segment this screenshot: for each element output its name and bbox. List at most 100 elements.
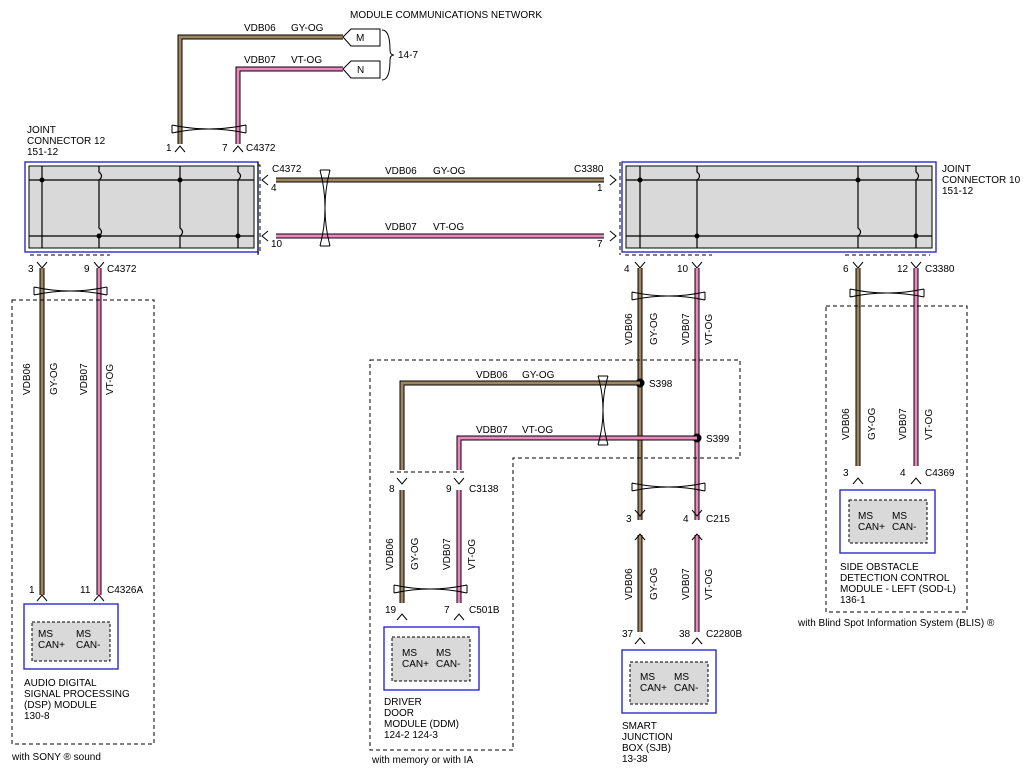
splice-s399-label: S399	[706, 434, 730, 445]
sjb-pin38: 38	[679, 629, 691, 640]
jc12-conn-top: C4372	[246, 143, 276, 154]
sjb-can-plus: CAN+	[640, 683, 667, 694]
ddm-ms2: MS	[436, 648, 451, 659]
jc12-pin7: 7	[222, 143, 228, 154]
sod-name-2: DETECTION CONTROL	[840, 573, 950, 584]
sjb-conn: C2280B	[706, 629, 742, 640]
sod-ms2: MS	[892, 511, 907, 522]
wire-color-vt-sod: VT-OG	[924, 409, 935, 440]
twist-marker-sjb-1	[631, 291, 706, 301]
ddm-pin8: 8	[389, 484, 395, 495]
sjb-conn-mid: C215	[706, 514, 730, 525]
sjb-ms1: MS	[640, 672, 655, 683]
wire-label-vdb07-ddm: VDB07	[476, 425, 508, 436]
sjb-name-3: BOX (SJB)	[622, 743, 671, 754]
jc10-conn-side: C3380	[574, 164, 604, 175]
dsp-name-3: (DSP) MODULE	[24, 700, 97, 711]
n-label: N	[357, 65, 364, 76]
twist-marker-dsp	[33, 286, 108, 296]
wire-label-vdb06-ddm: VDB06	[476, 370, 508, 381]
wire-color-vt-ddm2: VT-OG	[467, 539, 478, 570]
ddm-conn: C501B	[469, 605, 500, 616]
ddm-ms1: MS	[402, 648, 417, 659]
dsp-can-minus: CAN-	[76, 640, 100, 651]
wire-label-vdb07-sjb: VDB07	[681, 313, 692, 345]
wire-label-vdb07-ddm2: VDB07	[442, 538, 453, 570]
jc10-label-3: 151-12	[942, 186, 974, 197]
jc10-pin10: 10	[677, 264, 689, 275]
network-ref: 14-7	[398, 50, 418, 61]
jc10-label-2: CONNECTOR 10	[942, 175, 1021, 186]
sjb-name-2: JUNCTION	[622, 732, 673, 743]
wire-label-vdb07-sod: VDB07	[898, 408, 909, 440]
jc10-pin7: 7	[597, 239, 603, 250]
wire-label-vdb07-top: VDB07	[244, 55, 276, 66]
sod-name-3: MODULE - LEFT (SOD-L)	[840, 584, 956, 595]
wire-color-vt-dsp: VT-OG	[105, 364, 116, 395]
sod-ms1: MS	[858, 511, 873, 522]
sjb-name-4: 13-38	[622, 754, 648, 765]
jc12-label-3: 151-12	[27, 147, 59, 158]
wire-color-vt-sjb2: VT-OG	[704, 569, 715, 600]
twist-marker-ddm-v	[393, 584, 468, 594]
ddm-name-3: MODULE (DDM)	[384, 719, 459, 730]
sjb-pin37: 37	[622, 629, 634, 640]
wiring-diagram: MODULE COMMUNICATIONS NETWORK VDB06 GY-O…	[11, 10, 1021, 766]
jc12-conn-side: C4372	[272, 164, 302, 175]
wire-color-gy-sod: GY-OG	[867, 407, 878, 440]
wire-label-vdb07-dsp: VDB07	[79, 363, 90, 395]
jc10-pin6: 6	[843, 264, 849, 275]
ddm-option-note: with memory or with IA	[371, 755, 473, 766]
sjb-pin4: 4	[683, 514, 689, 525]
dsp-name-4: 130-8	[24, 711, 50, 722]
dsp-can-plus: CAN+	[38, 640, 65, 651]
wire-color-vt-sjb: VT-OG	[704, 314, 715, 345]
jc12-label-1: JOINT	[27, 125, 56, 136]
wire-label-vdb06-sjb2: VDB06	[624, 568, 635, 600]
sjb-ms2: MS	[674, 672, 689, 683]
jc10-pin1: 1	[597, 183, 603, 194]
wire-ddm-vt	[456, 435, 697, 603]
twist-marker-sod	[849, 288, 925, 298]
sjb-pin3: 3	[626, 514, 632, 525]
wire-color-vt-bus: VT-OG	[433, 222, 464, 233]
dsp-option-note: with SONY ® sound	[11, 752, 101, 763]
wire-color-gy-bus: GY-OG	[433, 166, 466, 177]
wire-ddm-gy	[399, 380, 640, 603]
twist-marker-top	[171, 124, 247, 134]
ddm-can-plus: CAN+	[402, 659, 429, 670]
wire-color-vt-top: VT-OG	[291, 55, 322, 66]
wire-color-vt-ddm: VT-OG	[522, 425, 553, 436]
wire-top-vt	[235, 66, 343, 144]
ddm-name-1: DRIVER	[384, 697, 422, 708]
dsp-name-2: SIGNAL PROCESSING	[24, 689, 130, 700]
dsp-pin1: 1	[29, 585, 35, 596]
wire-color-gy-sjb2: GY-OG	[649, 567, 660, 600]
ddm-pin9: 9	[446, 484, 452, 495]
dsp-pin11: 11	[80, 585, 91, 596]
jc12-pin4: 4	[271, 183, 277, 194]
ddm-name-2: DOOR	[384, 708, 414, 719]
jc12-label-2: CONNECTOR 12	[27, 136, 106, 147]
sod-can-minus: CAN-	[892, 522, 916, 533]
ddm-name-4: 124-2 124-3	[384, 730, 438, 741]
network-title: MODULE COMMUNICATIONS NETWORK	[350, 10, 542, 21]
wire-color-gy-ddm: GY-OG	[522, 370, 555, 381]
ddm-can-minus: CAN-	[436, 659, 460, 670]
dsp-name-1: AUDIO DIGITAL	[24, 678, 97, 689]
jc10-pin4: 4	[624, 264, 630, 275]
wire-label-vdb06-dsp: VDB06	[22, 363, 33, 395]
jc12-pin3: 3	[28, 264, 34, 275]
wire-label-vdb07-sjb2: VDB07	[681, 568, 692, 600]
wire-color-gy-top: GY-OG	[291, 23, 324, 34]
sod-pin4: 4	[900, 468, 906, 479]
sod-name-1: SIDE OBSTACLE	[840, 562, 919, 573]
sjb-name-1: SMART	[622, 721, 657, 732]
sod-option-note: with Blind Spot Information System (BLIS…	[797, 618, 995, 629]
wire-label-vdb06-top: VDB06	[244, 23, 276, 34]
m-label: M	[356, 33, 364, 44]
jc10-pin12: 12	[897, 264, 909, 275]
sod-can-plus: CAN+	[858, 522, 885, 533]
jc12-pin9: 9	[84, 264, 90, 275]
dsp-ms1: MS	[38, 629, 53, 640]
